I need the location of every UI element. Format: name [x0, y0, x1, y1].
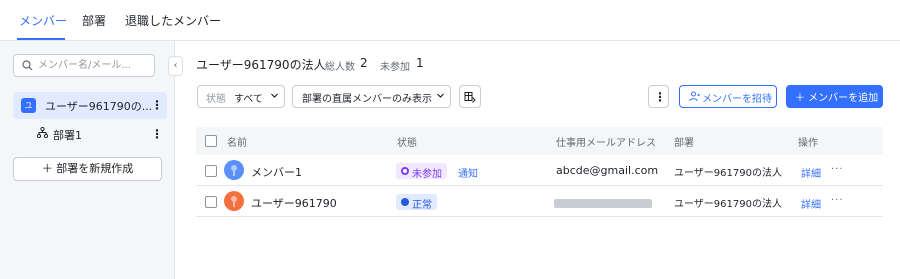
notify-link[interactable]: 通知	[458, 165, 478, 180]
invite-member-label: メンバーを招待	[702, 94, 772, 105]
more-actions-button[interactable]: ⋮	[648, 85, 669, 108]
column-header-status: 状態	[397, 138, 417, 149]
collapse-sidebar-button[interactable]: ‹	[168, 56, 183, 76]
select-all-checkbox[interactable]	[205, 135, 217, 147]
direct-members-filter-dropdown[interactable]: 部署の直属メンバーのみ表示	[292, 85, 451, 108]
org-avatar: ユ	[21, 98, 36, 113]
detail-link[interactable]: 詳細	[801, 196, 821, 211]
status-badge-pending: 未参加	[396, 163, 447, 180]
row-more-actions-icon[interactable]: ···	[831, 195, 844, 206]
status-filter-label: 状態	[206, 94, 226, 105]
department-label: 部署1	[53, 129, 82, 142]
tab-members[interactable]: メンバー	[19, 12, 67, 29]
member-email: abcde@gmail.com	[556, 164, 659, 177]
member-name: メンバー1	[251, 166, 302, 179]
page-title: ユーザー961790の法人	[196, 58, 326, 72]
tab-departments[interactable]: 部署	[82, 12, 106, 29]
not-joined-value: 1	[416, 56, 424, 70]
status-text: 正常	[412, 200, 432, 211]
sidebar-item-org[interactable]: ユ ユーザー961790の... ⋮	[13, 92, 167, 119]
org-sidebar: ユ ユーザー961790の... ⋮ 部署1 ⋮ ＋ 部署を新規作成	[0, 41, 175, 279]
chevron-down-icon	[437, 93, 444, 98]
export-button[interactable]	[459, 85, 481, 108]
table-row: ユーザー961790 正常 ユーザー961790の法人 詳細 ···	[196, 186, 883, 217]
row-checkbox[interactable]	[205, 165, 217, 177]
user-plus-icon	[689, 91, 700, 102]
member-name: ユーザー961790	[251, 197, 337, 210]
masked-email	[554, 199, 652, 208]
member-table-header: 名前 状態 仕事用メールアドレス 部署 操作	[196, 127, 883, 155]
column-header-actions: 操作	[798, 138, 818, 149]
member-department: ユーザー961790の法人	[674, 199, 782, 210]
user-silhouette-icon	[231, 165, 237, 176]
kebab-icon: ⋮	[654, 90, 666, 104]
check-circle-icon	[401, 198, 409, 206]
sidebar-item-department[interactable]: 部署1 ⋮	[13, 123, 167, 145]
add-member-button[interactable]: ＋ メンバーを追加	[786, 85, 883, 108]
invite-member-button[interactable]: メンバーを招待	[679, 85, 777, 108]
org-more-menu-icon[interactable]: ⋮	[151, 98, 163, 112]
search-icon	[22, 60, 33, 71]
detail-link[interactable]: 詳細	[801, 165, 821, 180]
main-panel: ユーザー961790の法人 総人数 2 未参加 1 状態 すべて 部署の直属メン…	[176, 41, 900, 279]
column-header-email: 仕事用メールアドレス	[556, 138, 656, 149]
status-filter-value: すべて	[234, 94, 263, 105]
tab-retired-members[interactable]: 退職したメンバー	[125, 12, 221, 29]
column-header-department: 部署	[674, 138, 694, 149]
member-search-box[interactable]	[13, 54, 155, 77]
total-count-value: 2	[360, 56, 368, 70]
row-more-actions-icon[interactable]: ···	[831, 164, 844, 175]
table-row: メンバー1 未参加 通知 abcde@gmail.com ユーザー961790の…	[196, 155, 883, 186]
org-name-label: ユーザー961790の...	[45, 100, 153, 113]
row-checkbox[interactable]	[205, 196, 217, 208]
user-silhouette-icon	[231, 196, 237, 207]
status-badge-normal: 正常	[396, 194, 437, 211]
not-joined-label: 未参加	[380, 62, 410, 73]
status-text: 未参加	[412, 169, 442, 180]
direct-members-filter-label: 部署の直属メンバーのみ表示	[302, 94, 432, 105]
member-search-input[interactable]	[38, 57, 150, 74]
department-more-menu-icon[interactable]: ⋮	[151, 127, 163, 141]
active-tab-indicator	[17, 38, 65, 40]
chevron-down-icon	[271, 93, 278, 98]
top-tab-bar: メンバー 部署 退職したメンバー	[0, 0, 900, 41]
total-count-label: 総人数	[325, 62, 355, 73]
status-filter-dropdown[interactable]: 状態 すべて	[197, 85, 285, 108]
department-tree-icon	[37, 127, 48, 138]
create-department-button[interactable]: ＋ 部署を新規作成	[13, 157, 162, 181]
member-department: ユーザー961790の法人	[674, 168, 782, 179]
column-header-name: 名前	[227, 138, 247, 149]
add-member-label: ＋ メンバーを追加	[795, 93, 879, 104]
app-window: メンバー 部署 退職したメンバー ユ ユーザー961790の... ⋮ 部	[0, 0, 900, 279]
table-export-icon	[464, 92, 476, 103]
avatar	[224, 160, 244, 180]
avatar	[224, 191, 244, 211]
pending-status-icon	[401, 167, 409, 175]
